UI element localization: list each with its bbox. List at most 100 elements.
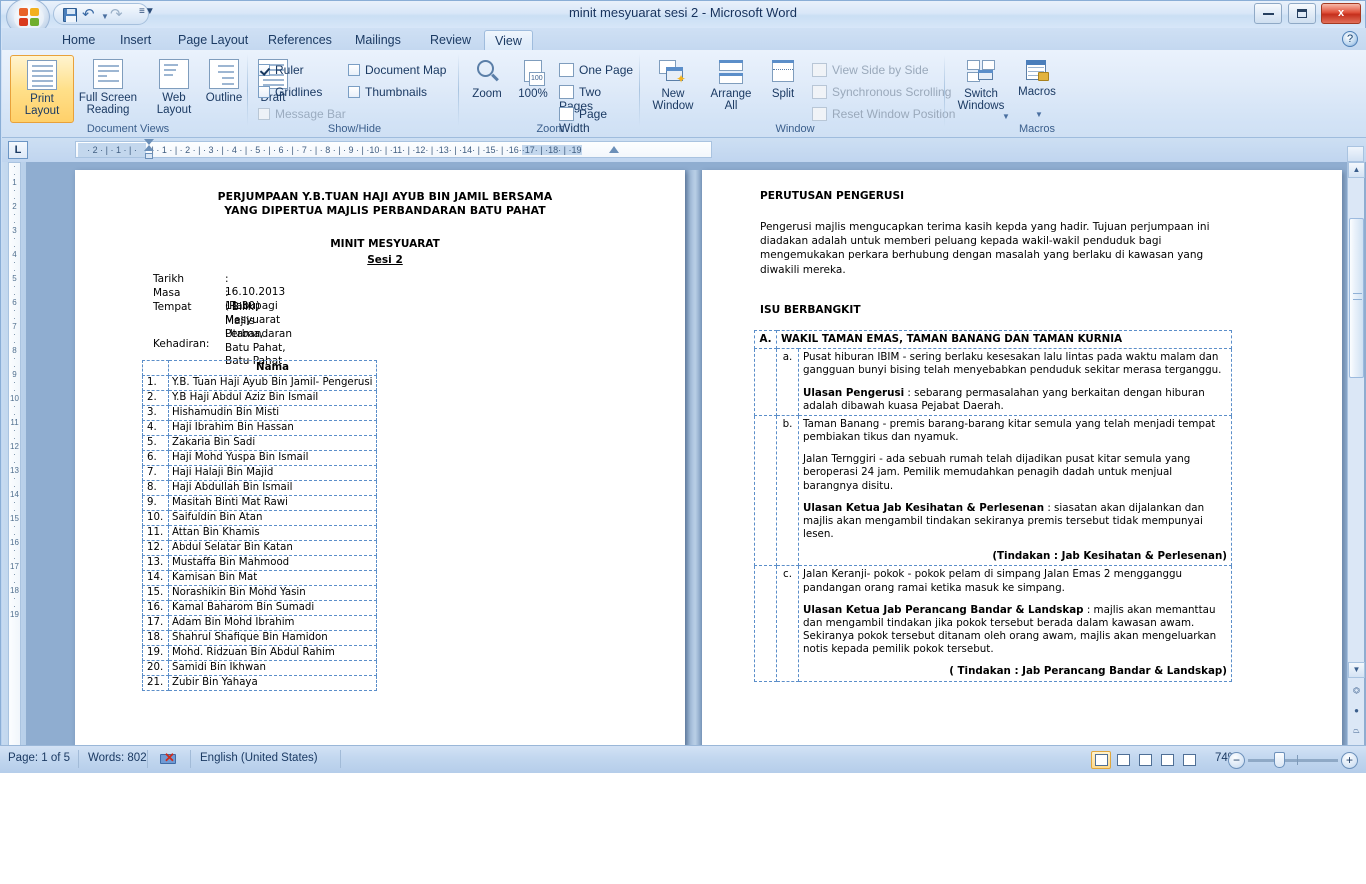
one-page-button[interactable]: One Page — [559, 63, 633, 77]
ruler-checkbox[interactable]: Ruler — [258, 63, 304, 77]
status-bar: Page: 1 of 5 Words: 802 ✕ English (Unite… — [0, 745, 1366, 773]
status-web-layout-view-button[interactable] — [1135, 751, 1155, 769]
issue-row-a[interactable]: a. Pusat hiburan IBIM - sering berlaku k… — [754, 348, 1232, 416]
table-row[interactable]: 4. Haji Ibrahim Bin Hassan — [142, 420, 377, 436]
reset-window-position-label: Reset Window Position — [832, 107, 956, 121]
macros-button[interactable]: Macros ▼ — [1010, 55, 1064, 119]
row-name: Zakaria Bin Sadi — [168, 435, 377, 451]
new-window-icon: ✦ — [658, 59, 688, 85]
save-icon[interactable] — [60, 6, 80, 24]
split-bar-handle[interactable] — [1347, 146, 1364, 162]
status-outline-view-button[interactable] — [1157, 751, 1177, 769]
table-row[interactable]: 17. Adam Bin Mohd Ibrahim — [142, 615, 377, 631]
document-map-checkbox[interactable]: Document Map — [348, 63, 446, 77]
table-row[interactable]: 20. Samidi Bin Ikhwan — [142, 660, 377, 676]
right-indent-marker[interactable] — [609, 146, 619, 153]
attendance-table[interactable]: Nama 1. Y.B. Tuan Haji Ayub Bin Jamil- Pe… — [142, 360, 377, 691]
zoom-button[interactable]: Zoom — [463, 55, 511, 100]
redo-icon[interactable]: ↷ — [110, 6, 130, 24]
office-logo-icon — [19, 8, 41, 28]
table-row[interactable]: 15. Norashikin Bin Mohd Yasin — [142, 585, 377, 601]
document-page-2[interactable]: PERUTUSAN PENGERUSI Pengerusi majlis men… — [702, 170, 1342, 746]
close-button[interactable]: x — [1321, 3, 1361, 24]
table-row[interactable]: 3. Hishamudin Bin Misti — [142, 405, 377, 421]
thumbnails-checkbox[interactable]: Thumbnails — [348, 85, 427, 99]
new-window-button[interactable]: ✦ New Window — [644, 55, 702, 112]
issue-block-ulasan: Ulasan Pengerusi : sebarang permasalahan… — [803, 387, 1227, 413]
previous-page-icon[interactable]: ⏣ — [1348, 684, 1365, 700]
tab-home[interactable]: Home — [52, 30, 105, 50]
row-number: 21. — [142, 675, 169, 691]
status-print-layout-view-button[interactable] — [1091, 751, 1111, 769]
tab-references[interactable]: References — [258, 30, 342, 50]
table-row[interactable]: 14. Kamisan Bin Mat — [142, 570, 377, 586]
status-language[interactable]: English (United States) — [200, 752, 318, 764]
select-browse-object-icon[interactable]: ● — [1348, 704, 1365, 720]
issues-table[interactable]: A. WAKIL TAMAN EMAS, TAMAN BANANG DAN TA… — [754, 329, 1232, 682]
quick-access-toolbar: ↶ ▼ ↷ — [53, 3, 149, 25]
minimize-button[interactable] — [1254, 3, 1283, 24]
table-row[interactable]: 12. Abdul Selatar Bin Katan — [142, 540, 377, 556]
outline-button[interactable]: Outline — [196, 55, 252, 104]
table-row[interactable]: 19. Mohd. Ridzuan Bin Abdul Rahim — [142, 645, 377, 661]
status-word-count[interactable]: Words: 802 — [88, 752, 147, 764]
table-row[interactable]: 1. Y.B. Tuan Haji Ayub Bin Jamil- Pengeru… — [142, 375, 377, 391]
tab-view[interactable]: View — [484, 30, 533, 50]
tab-review[interactable]: Review — [420, 30, 481, 50]
tab-mailings[interactable]: Mailings — [345, 30, 411, 50]
table-row[interactable]: 6. Haji Mohd Yuspa Bin Ismail — [142, 450, 377, 466]
print-layout-button[interactable]: Print Layout — [10, 55, 74, 123]
group-label-zoom: Zoom — [536, 123, 565, 135]
scroll-down-arrow-icon[interactable]: ▼ — [1348, 662, 1365, 678]
status-page-number[interactable]: Page: 1 of 5 — [8, 752, 70, 764]
status-full-screen-reading-view-button[interactable] — [1113, 751, 1133, 769]
tab-page-layout[interactable]: Page Layout — [168, 30, 258, 50]
web-layout-icon — [159, 59, 189, 89]
tab-stop-selector[interactable]: L — [8, 141, 28, 159]
gridlines-checkbox[interactable]: Gridlines — [258, 85, 322, 99]
indent-markers[interactable] — [144, 138, 154, 160]
status-draft-view-button[interactable] — [1179, 751, 1199, 769]
vertical-scroll-thumb[interactable] — [1349, 218, 1364, 378]
tab-insert[interactable]: Insert — [110, 30, 161, 50]
table-row[interactable]: 9. Masitah Binti Mat Rawi — [142, 495, 377, 511]
table-row[interactable]: 21. Zubir Bin Yahaya — [142, 675, 377, 691]
proofing-errors-icon[interactable]: ✕ — [160, 751, 182, 768]
table-row[interactable]: 10. Saifuldin Bin Atan — [142, 510, 377, 526]
switch-windows-button[interactable]: Switch Windows ▼ — [950, 55, 1012, 121]
split-button[interactable]: Split — [760, 55, 806, 100]
doc-title-line-2: YANG DIPERTUA MAJLIS PERBANDARAN BATU PA… — [224, 204, 546, 217]
table-row[interactable]: 8. Haji Abdullah Bin Ismail — [142, 480, 377, 496]
table-row[interactable]: 2. Y.B Haji Abdul Aziz Bin Ismail — [142, 390, 377, 406]
zoom-slider-knob[interactable] — [1274, 752, 1285, 768]
zoom-out-button[interactable]: − — [1228, 752, 1245, 769]
document-page-1[interactable]: PERJUMPAAN Y.B.TUAN HAJI AYUB BIN JAMIL … — [75, 170, 685, 746]
row-number: 1. — [142, 375, 169, 391]
zoom-in-button[interactable]: + — [1341, 752, 1358, 769]
undo-icon[interactable]: ↶ ▼ — [82, 6, 109, 24]
table-row[interactable]: 16. Kamal Baharom Bin Sumadi — [142, 600, 377, 616]
zoom-slider-track[interactable] — [1248, 759, 1338, 762]
help-icon[interactable]: ? — [1342, 31, 1358, 47]
next-page-icon[interactable]: ⏢ — [1348, 724, 1365, 740]
arrange-all-button[interactable]: Arrange All — [702, 55, 760, 112]
table-row[interactable]: 13. Mustaffa Bin Mahmood — [142, 555, 377, 571]
table-row[interactable]: 5. Zakaria Bin Sadi — [142, 435, 377, 451]
issue-row-c[interactable]: c. Jalan Keranji- pokok - pokok pelam di… — [754, 565, 1232, 682]
zoom-100-button[interactable]: 100 100% — [509, 55, 557, 100]
table-row[interactable]: 11. Attan Bin Khamis — [142, 525, 377, 541]
section-title: WAKIL TAMAN EMAS, TAMAN BANANG DAN TAMAN… — [776, 329, 1232, 350]
table-row[interactable]: 7. Haji Halaji Bin Majid — [142, 465, 377, 481]
customize-quick-access-icon[interactable]: ≡▼ — [139, 6, 155, 17]
issue-row-spacer — [754, 348, 777, 416]
print-layout-label-2: Layout — [24, 105, 60, 117]
issue-row-b[interactable]: b. Taman Banang - premis barang-barang k… — [754, 414, 1232, 567]
synchronous-scrolling-label: Synchronous Scrolling — [832, 85, 952, 99]
full-screen-reading-button[interactable]: Full Screen Reading — [76, 55, 140, 116]
vertical-scrollbar[interactable]: ▲ ▼ ⏣ ● ⏢ — [1347, 162, 1365, 746]
table-row[interactable]: 18. Shahrul Shafique Bin Hamidon — [142, 630, 377, 646]
page-gap — [685, 170, 702, 746]
maximize-button[interactable] — [1287, 3, 1316, 24]
title-bar: minit mesyuarat sesi 2 - Microsoft Word … — [1, 0, 1365, 36]
scroll-up-arrow-icon[interactable]: ▲ — [1348, 162, 1365, 178]
